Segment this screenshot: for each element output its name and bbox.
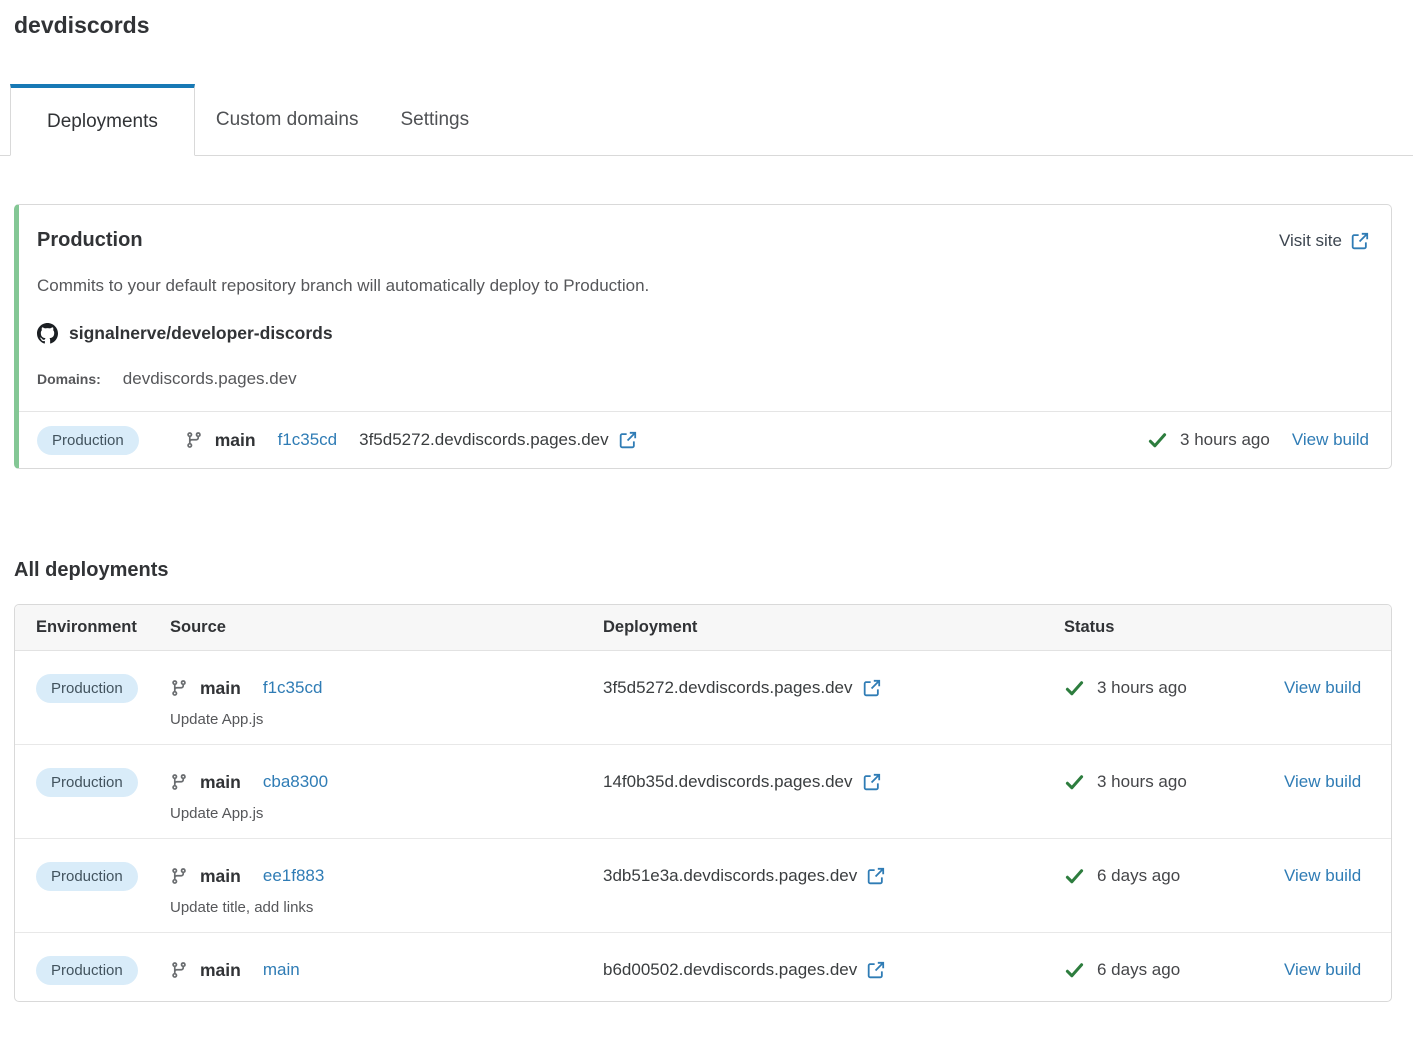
production-latest-deployment: Production main f1c35cd 3f5d5272.devdisc… bbox=[19, 411, 1391, 468]
table-row: Production main cba8300 Update App.js 14… bbox=[15, 744, 1391, 838]
deployment-url: 3f5d5272.devdiscords.pages.dev bbox=[603, 678, 853, 698]
tab-bar: Deployments Custom domains Settings bbox=[0, 84, 1413, 156]
view-build-link[interactable]: View build bbox=[1284, 772, 1361, 792]
table-row: Production main main b6d00502.devdiscord… bbox=[15, 932, 1391, 1001]
deployment-url: 3f5d5272.devdiscords.pages.dev bbox=[359, 430, 609, 450]
deployments-table-header: Environment Source Deployment Status bbox=[15, 605, 1391, 651]
all-deployments-title: All deployments bbox=[14, 559, 1413, 582]
commit-link[interactable]: cba8300 bbox=[263, 772, 328, 792]
column-header-source: Source bbox=[170, 618, 603, 637]
git-branch-icon bbox=[170, 679, 188, 697]
commit-message: Update title, add links bbox=[170, 899, 603, 916]
commit-link[interactable]: main bbox=[263, 960, 300, 980]
external-link-icon bbox=[1351, 232, 1369, 250]
branch-name: main bbox=[200, 772, 241, 793]
status-time: 6 days ago bbox=[1097, 960, 1180, 980]
status-time: 3 hours ago bbox=[1097, 678, 1187, 698]
branch-name: main bbox=[200, 866, 241, 887]
external-link-icon bbox=[867, 961, 885, 979]
deployment-url: 3db51e3a.devdiscords.pages.dev bbox=[603, 866, 857, 886]
domains-value: devdiscords.pages.dev bbox=[123, 369, 297, 389]
github-icon bbox=[37, 323, 58, 344]
branch-name: main bbox=[200, 678, 241, 699]
tab-deployments[interactable]: Deployments bbox=[10, 84, 195, 156]
external-link-icon bbox=[619, 431, 637, 449]
environment-badge: Production bbox=[36, 674, 138, 703]
deployment-url-external-link[interactable] bbox=[867, 867, 885, 885]
page-title: devdiscords bbox=[14, 12, 1413, 39]
view-build-link[interactable]: View build bbox=[1284, 678, 1361, 698]
status-time: 6 days ago bbox=[1097, 866, 1180, 886]
deployments-table-body: Production main f1c35cd Update App.js 3f… bbox=[15, 651, 1391, 1001]
column-header-environment: Environment bbox=[15, 618, 170, 637]
external-link-icon bbox=[863, 679, 881, 697]
production-description: Commits to your default repository branc… bbox=[37, 276, 1369, 296]
view-build-link[interactable]: View build bbox=[1284, 960, 1361, 980]
table-row: Production main ee1f883 Update title, ad… bbox=[15, 838, 1391, 932]
visit-site-label: Visit site bbox=[1279, 231, 1342, 251]
commit-link[interactable]: f1c35cd bbox=[278, 430, 338, 450]
deployment-url-external-link[interactable] bbox=[867, 961, 885, 979]
git-branch-icon bbox=[170, 867, 188, 885]
check-icon bbox=[1064, 772, 1085, 793]
production-card: Production Visit site Commits to your de… bbox=[14, 204, 1392, 469]
status-time: 3 hours ago bbox=[1180, 430, 1270, 450]
git-branch-icon bbox=[170, 961, 188, 979]
check-icon bbox=[1064, 960, 1085, 981]
production-card-title: Production bbox=[37, 229, 143, 252]
deployment-url: 14f0b35d.devdiscords.pages.dev bbox=[603, 772, 853, 792]
deployment-url-external-link[interactable] bbox=[863, 773, 881, 791]
git-branch-icon bbox=[170, 773, 188, 791]
external-link-icon bbox=[863, 773, 881, 791]
commit-message: Update App.js bbox=[170, 805, 603, 822]
environment-badge: Production bbox=[37, 426, 139, 455]
tab-settings[interactable]: Settings bbox=[379, 84, 490, 155]
visit-site-link[interactable]: Visit site bbox=[1279, 231, 1369, 251]
tab-custom-domains[interactable]: Custom domains bbox=[195, 84, 380, 155]
view-build-link[interactable]: View build bbox=[1284, 866, 1361, 886]
table-row: Production main f1c35cd Update App.js 3f… bbox=[15, 651, 1391, 744]
column-header-deployment: Deployment bbox=[603, 618, 1064, 637]
commit-link[interactable]: ee1f883 bbox=[263, 866, 324, 886]
repo-link[interactable]: signalnerve/developer-discords bbox=[69, 323, 333, 344]
environment-badge: Production bbox=[36, 768, 138, 797]
commit-link[interactable]: f1c35cd bbox=[263, 678, 323, 698]
domains-label: Domains: bbox=[37, 371, 101, 387]
check-icon bbox=[1147, 430, 1168, 451]
deployments-table: Environment Source Deployment Status Pro… bbox=[14, 604, 1392, 1002]
environment-badge: Production bbox=[36, 862, 138, 891]
branch-name: main bbox=[200, 960, 241, 981]
check-icon bbox=[1064, 866, 1085, 887]
commit-message: Update App.js bbox=[170, 711, 603, 728]
external-link-icon bbox=[867, 867, 885, 885]
column-header-status: Status bbox=[1064, 618, 1284, 637]
branch-name: main bbox=[215, 430, 256, 451]
git-branch-icon bbox=[185, 431, 203, 449]
environment-badge: Production bbox=[36, 956, 138, 985]
deployment-url-external-link[interactable] bbox=[863, 679, 881, 697]
check-icon bbox=[1064, 678, 1085, 699]
view-build-link[interactable]: View build bbox=[1292, 430, 1369, 450]
status-time: 3 hours ago bbox=[1097, 772, 1187, 792]
deployment-url-external-link[interactable] bbox=[619, 431, 637, 449]
deployment-url: b6d00502.devdiscords.pages.dev bbox=[603, 960, 857, 980]
